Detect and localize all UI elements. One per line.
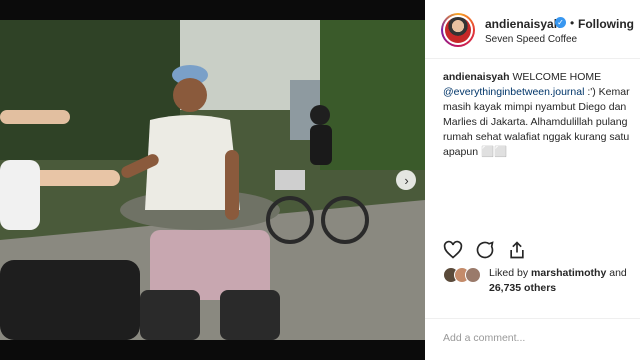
liked-by-user[interactable]: marshatimothy bbox=[531, 267, 606, 279]
comment-icon[interactable] bbox=[475, 240, 495, 260]
post-header: andienaisyah ✓ • Following Seven Speed C… bbox=[425, 0, 640, 59]
likes-section: Liked by marshatimothy and 26,735 others bbox=[443, 267, 638, 297]
caption: andienaisyah WELCOME HOME @everythinginb… bbox=[443, 70, 635, 160]
caption-text-4: Marlies di Jakarta. Alhamdulillah pulang bbox=[443, 116, 628, 128]
liker-avatars bbox=[443, 267, 487, 283]
caption-mention[interactable]: @everythinginbetween.journal bbox=[443, 86, 584, 98]
caption-username[interactable]: andienaisyah bbox=[443, 71, 510, 83]
caption-text-2: :') Kemar bbox=[584, 86, 630, 98]
location-link[interactable]: Seven Speed Coffee bbox=[485, 34, 577, 45]
photo-scene bbox=[0, 20, 425, 340]
caption-text-6: apapun ⬜⬜ bbox=[443, 146, 508, 158]
post-photo[interactable] bbox=[0, 20, 425, 340]
liker-avatar[interactable] bbox=[465, 267, 481, 283]
share-icon[interactable] bbox=[507, 240, 527, 260]
photo-area: › bbox=[0, 0, 425, 360]
post-sidebar: andienaisyah ✓ • Following Seven Speed C… bbox=[425, 0, 640, 360]
liked-by-text: Liked by marshatimothy and bbox=[489, 267, 627, 279]
comment-input[interactable]: Add a comment... bbox=[443, 332, 525, 344]
verified-badge-icon: ✓ bbox=[555, 17, 566, 28]
username-link[interactable]: andienaisyah bbox=[485, 17, 561, 31]
action-bar bbox=[443, 240, 633, 262]
likes-count[interactable]: 26,735 others bbox=[489, 282, 556, 294]
caption-text-3: masih kayak mimpi nyambut Diego dan bbox=[443, 101, 627, 113]
heart-icon[interactable] bbox=[443, 240, 463, 260]
separator-dot: • bbox=[570, 16, 575, 30]
following-button[interactable]: Following bbox=[578, 17, 634, 31]
caption-text-5: rumah sehat walafiat nggak kurang satu bbox=[443, 131, 630, 143]
avatar[interactable] bbox=[441, 13, 475, 47]
chevron-right-icon: › bbox=[404, 172, 409, 188]
caption-text-1: WELCOME HOME bbox=[509, 71, 602, 83]
next-photo-button[interactable]: › bbox=[396, 170, 416, 190]
divider bbox=[425, 318, 640, 319]
